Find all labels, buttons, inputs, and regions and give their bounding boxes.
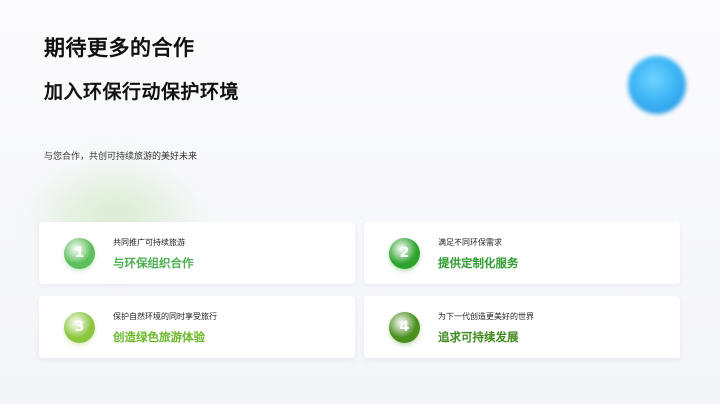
- card-heading: 创造绿色旅游体验: [113, 330, 205, 344]
- card-description: 为下一代创造更美好的世界: [438, 312, 534, 321]
- intro-text: 与您合作，共创可持续旅游的美好未来: [44, 152, 198, 162]
- card-heading: 提供定制化服务: [438, 256, 519, 270]
- number-badge: 1: [64, 238, 95, 269]
- card-2: 2 满足不同环保需求 提供定制化服务: [364, 222, 680, 284]
- number-badge: 2: [389, 238, 420, 269]
- card-description: 保护自然环境的同时享受旅行: [113, 312, 217, 321]
- page-title: 期待更多的合作: [44, 36, 195, 60]
- card-description: 共同推广可持续旅游: [113, 238, 185, 247]
- card-heading: 追求可持续发展: [438, 330, 519, 344]
- card-3: 3 保护自然环境的同时享受旅行 创造绿色旅游体验: [39, 296, 355, 358]
- page-subtitle: 加入环保行动保护环境: [44, 81, 240, 103]
- card-4: 4 为下一代创造更美好的世界 追求可持续发展: [364, 296, 680, 358]
- slide: 期待更多的合作 加入环保行动保护环境 与您合作，共创可持续旅游的美好未来 1 共…: [0, 0, 720, 404]
- card-description: 满足不同环保需求: [438, 238, 502, 247]
- number-badge: 3: [64, 312, 95, 343]
- card-1: 1 共同推广可持续旅游 与环保组织合作: [39, 222, 355, 284]
- decorative-blue-orb: [628, 56, 686, 114]
- number-badge: 4: [389, 312, 420, 343]
- card-heading: 与环保组织合作: [113, 256, 194, 270]
